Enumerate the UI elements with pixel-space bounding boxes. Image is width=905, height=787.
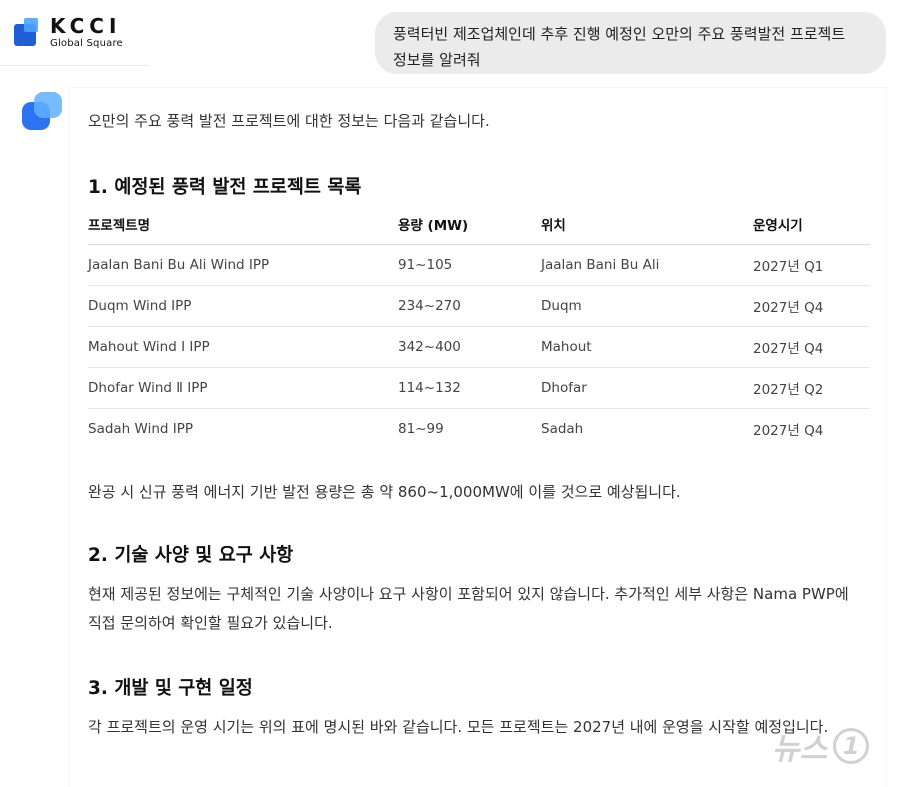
table-cell: 2027년 Q4 — [753, 341, 824, 357]
table-cell: 2027년 Q4 — [753, 423, 824, 439]
table-cell: Duqm Wind IPP — [88, 298, 192, 314]
table-cell: 2027년 Q2 — [753, 382, 824, 398]
kcci-logo-icon — [14, 17, 44, 48]
schedule-paragraph: 각 프로젝트의 운영 시기는 위의 표에 명시된 바와 같습니다. 모든 프로젝… — [88, 718, 829, 736]
table-cell: 91~105 — [398, 257, 453, 273]
table-cell: 2027년 Q1 — [753, 259, 824, 275]
table-cell: Dhofar Wind Ⅱ IPP — [88, 380, 208, 396]
kcci-logo[interactable]: KCCI Global Square — [14, 16, 123, 49]
section-heading-projects: 1. 예정된 풍력 발전 프로젝트 목록 — [88, 177, 362, 198]
column-header: 프로젝트명 — [88, 218, 151, 234]
column-header: 운영시기 — [753, 218, 803, 234]
table-cell: 234~270 — [398, 298, 461, 314]
table-cell: 81~99 — [398, 421, 444, 437]
table-cell: 342~400 — [398, 339, 461, 355]
watermark-number: 1 — [833, 728, 870, 764]
table-cell: Duqm — [541, 298, 582, 314]
table-cell: Mahout Wind Ⅰ IPP — [88, 339, 210, 355]
column-header: 위치 — [541, 218, 566, 234]
header-divider — [0, 65, 150, 66]
table-header: 프로젝트명 용량 (MW) 위치 운영시기 — [88, 214, 870, 245]
table-cell: 114~132 — [398, 380, 461, 396]
table-cell: Jaalan Bani Bu Ali — [541, 257, 660, 273]
news1-watermark: 뉴스 1 — [772, 724, 870, 768]
table-row: Dhofar Wind Ⅱ IPP 114~132 Dhofar 2027년 Q… — [88, 368, 870, 409]
capacity-summary: 완공 시 신규 풍력 에너지 기반 발전 용량은 총 약 860~1,000MW… — [88, 483, 681, 501]
chat-page: KCCI Global Square 풍력터빈 제조업체인데 추후 진행 예정인… — [0, 0, 905, 787]
table-row: Mahout Wind Ⅰ IPP 342~400 Mahout 2027년 Q… — [88, 327, 870, 368]
specs-paragraph: 현재 제공된 정보에는 구체적인 기술 사양이나 요구 사항이 포함되어 있지 … — [88, 585, 849, 632]
assistant-avatar-icon — [22, 92, 64, 130]
logo-subtitle: Global Square — [50, 38, 123, 49]
projects-table: 프로젝트명 용량 (MW) 위치 운영시기 Jaalan Bani Bu Ali… — [88, 214, 870, 449]
table-cell: Dhofar — [541, 380, 587, 396]
table-cell: Sadah — [541, 421, 584, 437]
table-row: Jaalan Bani Bu Ali Wind IPP 91~105 Jaala… — [88, 245, 870, 286]
section-heading-schedule: 3. 개발 및 구현 일정 — [88, 678, 253, 699]
user-message-bubble: 풍력터빈 제조업체인데 추후 진행 예정인 오만의 주요 풍력발전 프로젝트 정… — [375, 12, 886, 74]
table-cell: Jaalan Bani Bu Ali Wind IPP — [88, 257, 270, 273]
table-row: Sadah Wind IPP 81~99 Sadah 2027년 Q4 — [88, 409, 870, 449]
section-heading-specs: 2. 기술 사양 및 요구 사항 — [88, 545, 294, 566]
assistant-answer: 오만의 주요 풍력 발전 프로젝트에 대한 정보는 다음과 같습니다. 1. 예… — [70, 88, 886, 787]
table-cell: Mahout — [541, 339, 592, 355]
table-cell: 2027년 Q4 — [753, 300, 824, 316]
watermark-text: 뉴스 — [772, 732, 828, 767]
answer-intro: 오만의 주요 풍력 발전 프로젝트에 대한 정보는 다음과 같습니다. — [88, 112, 490, 130]
table-cell: Sadah Wind IPP — [88, 421, 194, 437]
logo-title: KCCI — [50, 14, 122, 38]
table-row: Duqm Wind IPP 234~270 Duqm 2027년 Q4 — [88, 286, 870, 327]
column-header: 용량 (MW) — [398, 218, 469, 234]
